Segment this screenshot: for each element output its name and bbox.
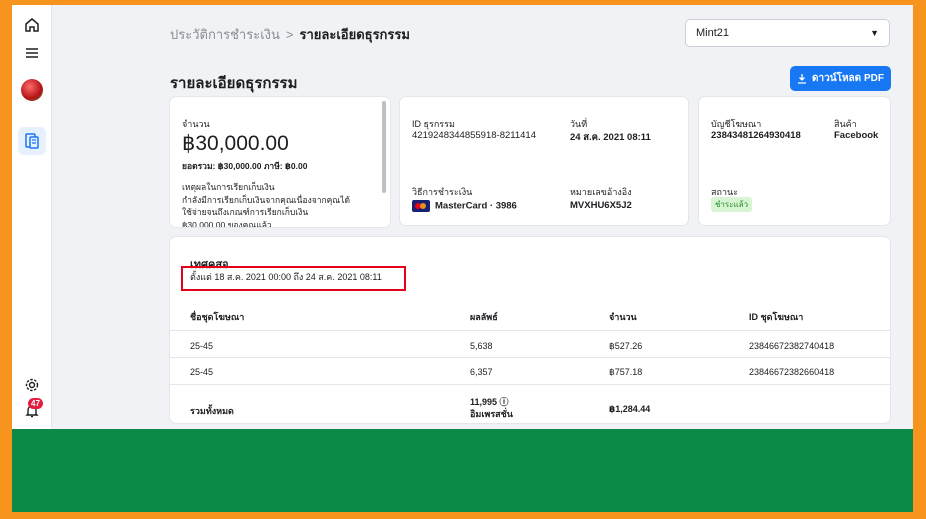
account-card: บัญชีโฆษณา 23843481264930418 สินค้า Face… <box>699 97 890 225</box>
billing-icon[interactable] <box>18 127 46 155</box>
table-cell: 25-45 <box>190 367 214 377</box>
highlight-box <box>181 266 406 291</box>
total-amount: ฿1,284.44 <box>609 404 651 414</box>
app-window: 47 ประวัติการชำระเงิน > รายละเอียดธุรกรร… <box>12 5 913 429</box>
account-selector-value: Mint21 <box>696 27 730 39</box>
row-divider <box>170 330 890 331</box>
scrollbar[interactable] <box>382 101 386 193</box>
home-icon[interactable] <box>22 15 42 35</box>
amount-label: จำนวน <box>182 119 210 129</box>
reference-label: หมายเลขอ้างอิง <box>570 187 632 197</box>
mastercard-icon <box>412 200 430 212</box>
total-label: รวมทั้งหมด <box>190 406 234 416</box>
transaction-id-label: ID ธุรกรรม <box>412 119 455 129</box>
table-cell: 6,357 <box>470 367 493 377</box>
column-header[interactable]: ชื่อชุดโฆษณา <box>190 310 244 324</box>
summary-card: เทศคสจ ตั้งแต่ 18 ส.ค. 2021 00:00 ถึง 24… <box>170 237 890 423</box>
amount-subtotal: ยอดรวม: ฿30,000.00 ภาษี: ฿0.00 <box>182 161 308 171</box>
status-badge: ชำระแล้ว <box>711 197 753 212</box>
menu-icon[interactable] <box>22 43 42 63</box>
page-title: รายละเอียดธุรกรรม <box>170 75 298 92</box>
column-header[interactable]: จำนวน <box>609 310 637 324</box>
left-nav-rail: 47 <box>12 5 52 429</box>
billing-reason: เหตุผลในการเรียกเก็บเงิน กำลังมีการเรียก… <box>182 181 372 227</box>
payment-method-text: MasterCard · 3986 <box>435 200 517 212</box>
billing-reason-title: เหตุผลในการเรียกเก็บเงิน <box>182 182 275 192</box>
table-cell: 23846672382740418 <box>749 341 835 351</box>
reference-value: MVXHU6X5J2 <box>570 200 632 211</box>
total-results-unit: อิมเพรสชั่น <box>470 409 513 419</box>
bottom-banner <box>12 429 913 512</box>
billing-reason-line: กำลังมีการเรียกเก็บเงินจากคุณเนื่องจากคุ… <box>182 194 350 205</box>
download-pdf-button[interactable]: ดาวน์โหลด PDF <box>790 66 891 91</box>
ad-account-label: บัญชีโฆษณา <box>711 119 762 129</box>
row-divider <box>170 384 890 385</box>
table-cell: 23846672382660418 <box>749 367 835 377</box>
table-cell: 25-45 <box>190 341 214 351</box>
notification-badge: 47 <box>28 398 43 409</box>
caret-down-icon: ▼ <box>870 28 879 38</box>
row-divider <box>170 357 890 358</box>
product-value: Facebook <box>834 130 879 141</box>
billing-reason-line: ฿30,000.00 ของคุณแล้ว <box>182 219 272 228</box>
gear-icon[interactable] <box>22 375 42 395</box>
date-label: วันที่ <box>570 119 588 129</box>
breadcrumb-current: รายละเอียดธุรกรรม <box>299 27 410 42</box>
column-header[interactable]: ID ชุดโฆษณา <box>749 310 803 324</box>
avatar[interactable] <box>21 79 43 101</box>
amount-card: จำนวน ฿30,000.00 ยอดรวม: ฿30,000.00 ภาษี… <box>170 97 390 227</box>
payment-method-value: MasterCard · 3986 <box>412 200 517 212</box>
breadcrumb-parent[interactable]: ประวัติการชำระเงิน <box>170 24 280 45</box>
table-cell: 5,638 <box>470 341 493 351</box>
breadcrumb-separator: > <box>285 27 294 42</box>
transaction-id-value: 4219248344855918-8211414 <box>412 130 536 141</box>
breadcrumb: ประวัติการชำระเงิน > รายละเอียดธุรกรรม <box>170 24 410 45</box>
amount-value: ฿30,000.00 <box>182 132 289 155</box>
account-selector[interactable]: Mint21 ▼ <box>685 19 890 47</box>
billing-reason-line: ใช้จ่ายจนถึงเกณฑ์การเรียกเก็บเงิน <box>182 207 309 217</box>
table-cell: ฿527.26 <box>609 341 643 351</box>
download-pdf-label: ดาวน์โหลด PDF <box>812 73 884 84</box>
product-label: สินค้า <box>834 119 857 129</box>
ad-account-value: 23843481264930418 <box>711 130 801 141</box>
download-icon <box>798 74 807 84</box>
transaction-card: ID ธุรกรรม 4219248344855918-8211414 วันท… <box>400 97 688 225</box>
table-cell: ฿757.18 <box>609 367 643 377</box>
payment-method-label: วิธีการชำระเงิน <box>412 187 473 197</box>
date-value: 24 ส.ค. 2021 08:11 <box>570 132 651 143</box>
column-header[interactable]: ผลลัพธ์ <box>470 310 498 324</box>
